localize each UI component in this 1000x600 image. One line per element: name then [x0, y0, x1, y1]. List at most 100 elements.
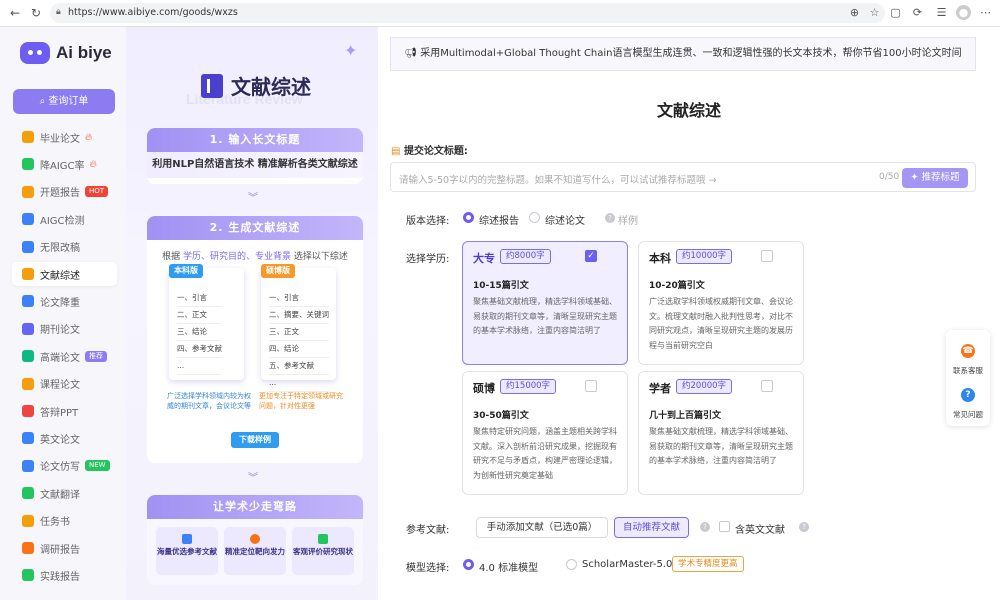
customer-service-icon[interactable]: ☎ — [961, 344, 975, 358]
edu-card-checkbox[interactable] — [761, 250, 773, 262]
extensions-icon[interactable]: ▢ — [888, 5, 903, 20]
edu-card-checkbox[interactable]: ✓ — [585, 250, 597, 262]
query-order-button[interactable]: ⌕ 查询订单 — [13, 89, 115, 114]
step1-text: 利用NLP自然语言技术 精准解析各类文献综述 — [147, 152, 363, 178]
version-radio-report[interactable] — [463, 212, 474, 223]
sidebar-item[interactable]: 期刊论文 — [12, 317, 117, 341]
translate-icon — [22, 487, 34, 500]
floating-help-panel: ☎ 联系客服 ? 常见问题 — [946, 330, 990, 426]
sidebar-item-label: 课程论文 — [40, 380, 80, 392]
sidebar-item-label: 降AIGC率 — [40, 160, 85, 172]
edu-card-checkbox[interactable] — [585, 380, 597, 392]
sidebar-item[interactable]: 调研报告 — [12, 536, 117, 560]
proposal-icon — [22, 185, 34, 198]
edu-card-desc: 广泛选取学科领域权威期刊文章、会议论文。梳理文献时融入批判性思考，对比不同研究观… — [649, 297, 793, 350]
edu-card[interactable]: 大专 约8000字 ✓ 10-15篇引文 聚焦基础文献梳理，精选学科领域基础、易获取的期… — [462, 241, 628, 365]
page-title: 文献综述 — [656, 101, 721, 120]
imitate-icon — [22, 459, 34, 472]
edu-card-words: 约8000字 — [500, 249, 551, 264]
help-icon[interactable]: ? — [605, 213, 615, 223]
favorites-icon[interactable]: ☰ — [934, 5, 949, 20]
step3-title: 让学术少走弯路 — [147, 495, 363, 519]
doc-outline-line: 四、结论 — [269, 341, 329, 358]
version-option-paper[interactable]: 综述论文 — [545, 212, 585, 227]
star-icon[interactable]: ☆ — [867, 5, 882, 20]
zoom-icon[interactable]: ⊕ — [847, 5, 862, 20]
doc-outline-line: 一、引言 — [269, 290, 329, 307]
model-radio-standard[interactable] — [463, 559, 474, 570]
download-sample-button[interactable]: 下载样例 — [231, 432, 279, 448]
sidebar-item[interactable]: 高端论文 推荐 — [12, 344, 117, 368]
sidebar-item[interactable]: 实践报告 — [12, 563, 117, 587]
english-refs-label[interactable]: 含英文文献 — [735, 521, 785, 536]
title-placeholder: 请输入5-50字以内的完整标题。如果不知道写什么，可以试试推荐标题哦 → — [399, 175, 717, 186]
sidebar-item[interactable]: AIGC检测 — [12, 207, 117, 231]
edu-card[interactable]: 本科 约10000字 10-20篇引文 广泛选取学科领域权威期刊文章、会议论文。梳理文… — [638, 241, 804, 365]
recommend-title-button[interactable]: ✦ 推荐标题 — [902, 168, 968, 188]
megaphone-icon: 📢︎ — [404, 48, 421, 59]
status-badge: 推荐 — [85, 350, 107, 362]
contact-service-label[interactable]: 联系客服 — [946, 365, 990, 376]
sample-link[interactable]: 样例 — [618, 212, 638, 227]
sidebar-item-label: 论文仿写 — [40, 462, 80, 474]
more-icon[interactable]: ⋯ — [978, 5, 993, 20]
sync-icon[interactable]: ⟳ — [910, 5, 925, 20]
sidebar-item[interactable]: 无限改稿 — [12, 235, 117, 259]
sidebar-item[interactable]: 课程论文 — [12, 372, 117, 396]
info-banner: 📢︎ 采用Multimodal+Global Thought Chain语言模型… — [390, 37, 976, 71]
model-radio-scholar[interactable] — [566, 559, 577, 570]
chat-icon — [318, 534, 328, 544]
address-bar[interactable]: 🔒︎ https://www.aibiye.com/goods/wxzs — [50, 3, 885, 23]
back-icon[interactable]: ← — [8, 6, 22, 20]
manual-refs-button[interactable]: 手动添加文献（已选0篇） — [476, 517, 608, 538]
unlimited-revise-icon — [22, 240, 34, 253]
help-icon[interactable]: ? — [799, 522, 809, 532]
faq-label[interactable]: 常见问题 — [946, 409, 990, 420]
logo-text: Ai biye — [56, 43, 112, 62]
sparkle-icon: ✦ — [344, 41, 358, 60]
document-icon — [182, 534, 192, 544]
step2-card: 2. 生成文献综述 根据 学历、研究目的、专业背景 选择以下综述 本科版 一、引… — [147, 216, 363, 463]
model-tag: 学术专精度更高 — [672, 556, 744, 572]
auto-refs-button[interactable]: 自动推荐文献 — [614, 517, 689, 538]
doc-outline-line: 三、正文 — [269, 324, 329, 341]
sidebar-item[interactable]: 文献综述 — [12, 262, 117, 286]
help-icon[interactable]: ? — [700, 522, 710, 532]
edu-card[interactable]: 学者 约20000字 几十到上百篇引文 聚焦基础文献梳理，精选学科领域基础、易获取的期… — [638, 371, 804, 495]
edu-card[interactable]: 硕博 约15000字 30-50篇引文 聚焦特定研究问题，涵盖主题相关跨学科文献。深入… — [462, 371, 628, 495]
model-option-scholar[interactable]: ScholarMaster-5.0 — [582, 559, 672, 570]
edu-card-words: 约10000字 — [676, 249, 733, 264]
doc-tag-grad: 硕博版 — [261, 264, 295, 278]
reload-icon[interactable]: ↻ — [29, 6, 43, 20]
sidebar-item[interactable]: 文献翻译 — [12, 481, 117, 505]
title-char-count: 0/50 — [879, 172, 900, 182]
doc-outline-line: 二、摘要、关键词 — [269, 307, 329, 324]
sidebar-item[interactable]: 英文论文 — [12, 426, 117, 450]
faq-icon[interactable]: ? — [961, 388, 975, 402]
model-option-standard[interactable]: 4.0 标准模型 — [479, 559, 538, 574]
version-radio-paper[interactable] — [529, 212, 540, 223]
promo-title-text: 文献综述 — [231, 75, 311, 99]
sidebar-item[interactable]: 答辩PPT — [12, 399, 117, 423]
english-refs-checkbox[interactable] — [719, 521, 730, 532]
profile-avatar[interactable]: ● — [956, 5, 971, 20]
sidebar-item[interactable]: 任务书 — [12, 509, 117, 533]
sidebar-item[interactable]: 降AIGC率 🔥︎ — [12, 152, 117, 176]
doc-outline-line: 二、正文 — [177, 307, 222, 324]
title-input[interactable]: 请输入5-50字以内的完整标题。如果不知道写什么，可以试试推荐标题哦 → 0/5… — [390, 162, 976, 192]
sidebar: Ai biye ⌕ 查询订单 毕业论文 🔥︎ 降AIGC率 🔥︎ 开题报告 HOT AIGC… — [0, 27, 126, 600]
sidebar-item[interactable]: 毕业论文 🔥︎ — [12, 125, 117, 149]
sidebar-item[interactable]: 论文降重 — [12, 289, 117, 313]
edu-card-checkbox[interactable] — [761, 380, 773, 392]
sidebar-item[interactable]: 开题报告 HOT — [12, 180, 117, 204]
sidebar-item-label: 高端论文 — [40, 352, 80, 364]
query-order-label: 查询订单 — [48, 96, 89, 107]
promo-title: 文献综述 — [201, 71, 311, 100]
step2-title: 2. 生成文献综述 — [147, 216, 363, 240]
version-option-report[interactable]: 综述报告 — [479, 212, 519, 227]
banner-text: 采用Multimodal+Global Thought Chain语言模型生成连… — [420, 48, 962, 59]
logo[interactable]: Ai biye — [20, 42, 112, 64]
sidebar-item-label: 英文论文 — [40, 434, 80, 446]
sidebar-item[interactable]: 论文仿写 NEW — [12, 454, 117, 478]
url-text: https://www.aibiye.com/goods/wxzs — [68, 7, 238, 18]
